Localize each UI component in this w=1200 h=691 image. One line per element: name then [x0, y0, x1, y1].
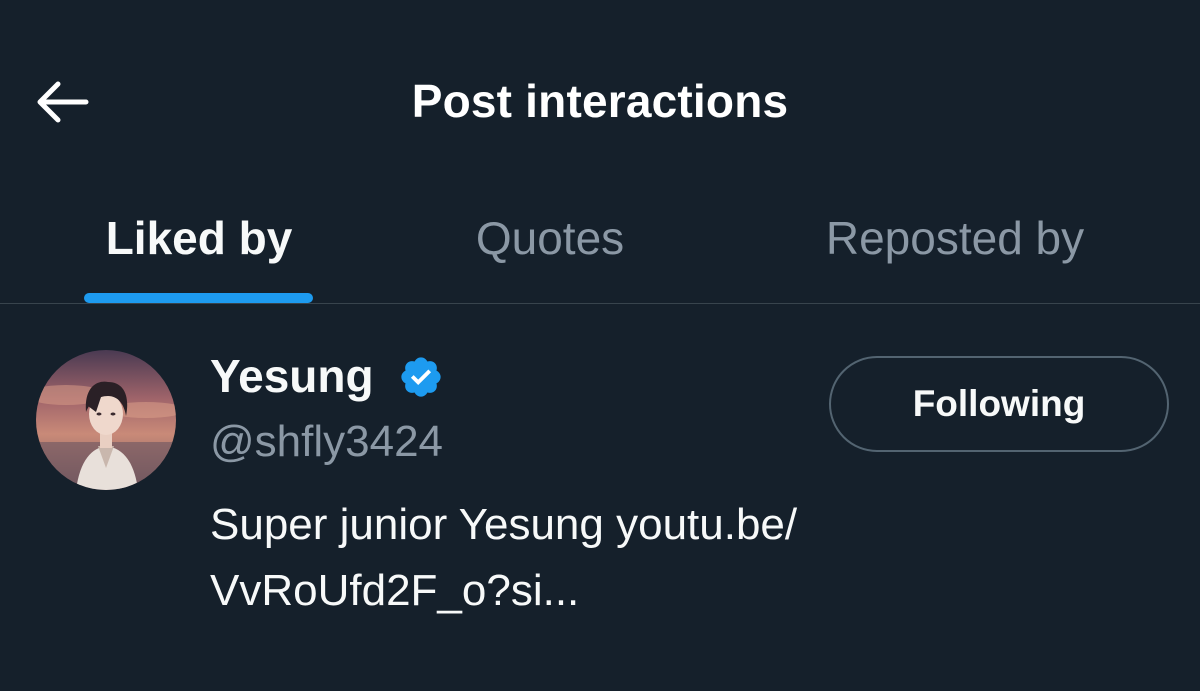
bio-line: Super junior Yesung youtu.be/	[210, 500, 798, 549]
avatar[interactable]	[36, 350, 176, 490]
tab-label: Quotes	[475, 212, 625, 264]
tab-label: Reposted by	[825, 212, 1085, 264]
list-item[interactable]: Yesung @shfly3424 Super junior Yesung yo…	[0, 304, 1200, 691]
bio-line[interactable]: VvRoUfd2F_o?si...	[210, 558, 970, 624]
interaction-tabs: Liked by Quotes Reposted by	[0, 190, 1200, 304]
user-handle[interactable]: @shfly3424	[210, 414, 443, 470]
top-bar: Post interactions	[0, 0, 1200, 190]
user-bio: Super junior Yesung youtu.be/ VvRoUfd2F_…	[210, 492, 970, 624]
following-button[interactable]: Following	[829, 356, 1169, 452]
arrow-left-icon	[37, 81, 89, 123]
tab-quotes[interactable]: Quotes	[430, 190, 670, 303]
tab-label: Liked by	[105, 212, 293, 264]
active-tab-indicator	[84, 293, 313, 303]
user-name[interactable]: Yesung	[210, 348, 374, 404]
verified-badge-icon	[401, 357, 441, 397]
page-title: Post interactions	[411, 75, 789, 127]
tab-liked-by[interactable]: Liked by	[60, 190, 338, 303]
avatar-image	[36, 350, 176, 490]
back-button[interactable]	[26, 72, 98, 132]
tab-reposted-by[interactable]: Reposted by	[770, 190, 1140, 303]
